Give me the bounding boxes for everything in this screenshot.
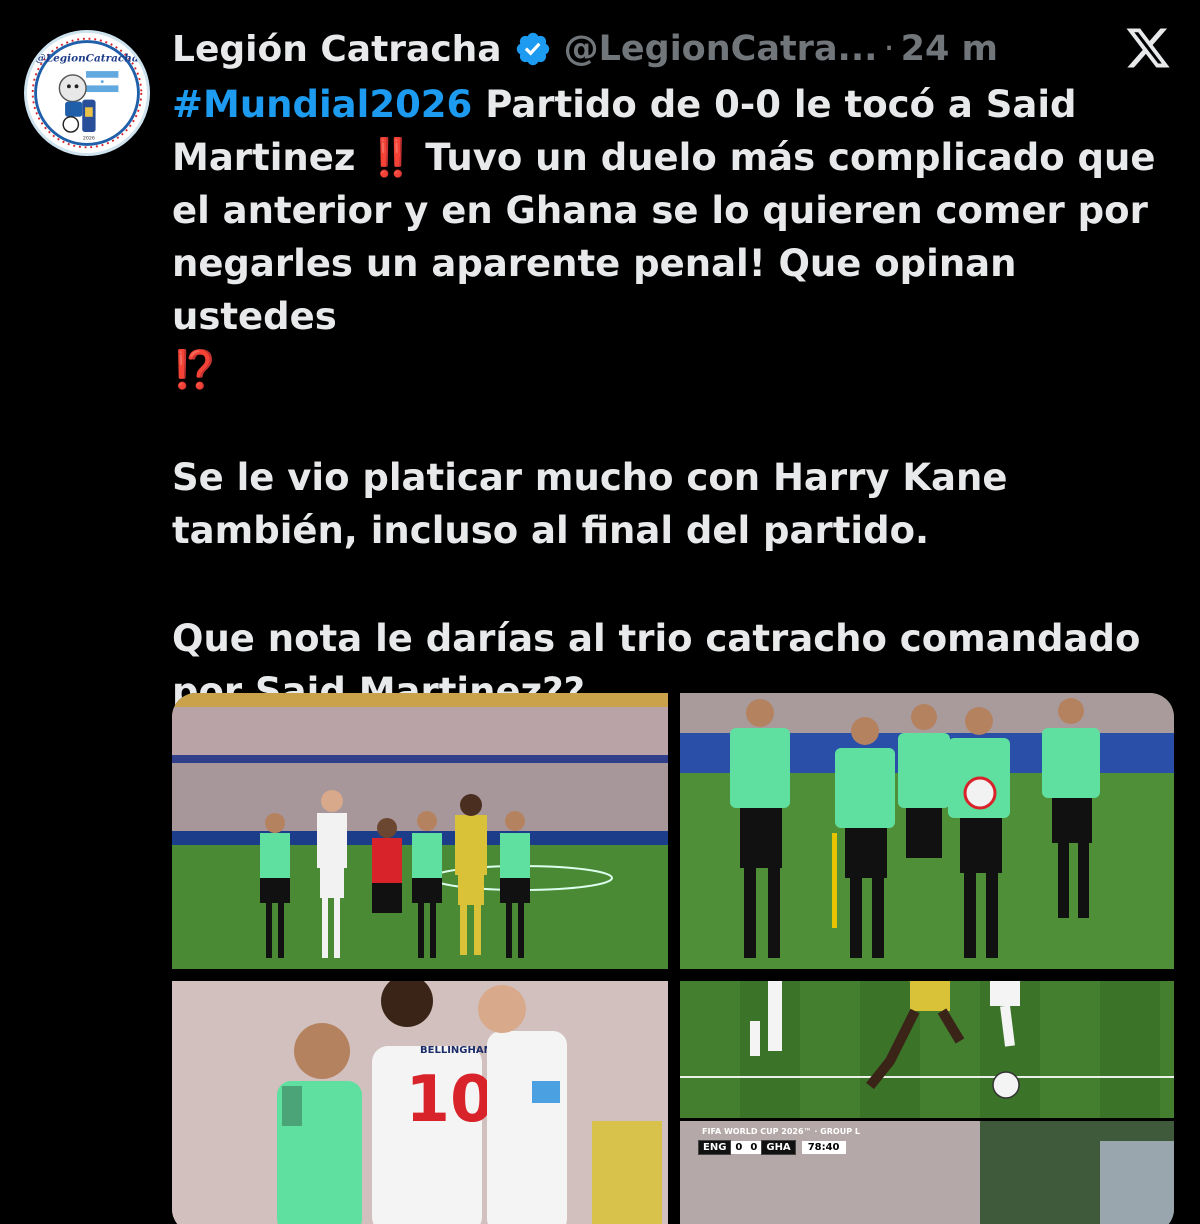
- jersey-number: 10: [405, 1063, 494, 1137]
- referees-photo: [680, 693, 1174, 969]
- author-handle[interactable]: @LegionCatra...: [564, 29, 878, 69]
- scorebug-home-score: 0: [731, 1141, 747, 1154]
- tweet-body: #Mundial2026 Partido de 0-0 le tocó a Sa…: [172, 78, 1182, 718]
- avatar-text: @LegionCatracha: [35, 53, 139, 65]
- verified-badge-icon: [516, 32, 549, 66]
- tweet-paragraph-2: Se le vio platicar mucho con Harry Kane …: [172, 456, 1008, 552]
- action-photo: [680, 981, 1174, 1118]
- media-photo-2[interactable]: [680, 693, 1174, 969]
- scorebug-away-score: 0: [746, 1141, 762, 1154]
- media-photo-1[interactable]: [172, 693, 668, 969]
- media-photo-3[interactable]: 10 BELLINGHAM: [172, 981, 668, 1224]
- media-photo-5[interactable]: FIFA WORLD CUP 2026™ · GROUP L ENG 0 0 G…: [680, 1121, 1174, 1224]
- scorebug-title: FIFA WORLD CUP 2026™ · GROUP L: [702, 1127, 860, 1136]
- media-photo-4[interactable]: [680, 981, 1174, 1118]
- author-name[interactable]: Legión Catracha: [172, 29, 502, 70]
- double-exclamation-emoji: ‼️: [368, 136, 414, 179]
- tweet-header: Legión Catracha @LegionCatra... · 24 m: [172, 24, 1132, 74]
- author-avatar[interactable]: @LegionCatracha 2026: [24, 30, 150, 156]
- scorebug: ENG 0 0 GHA 78:40: [698, 1139, 846, 1156]
- broadcast-photo: [680, 1121, 1174, 1224]
- media-grid: 10 BELLINGHAM FIFA WORLD CUP 2026™ · GRO…: [172, 693, 1174, 1224]
- referee-players-photo: 10 BELLINGHAM: [172, 981, 668, 1224]
- x-logo-icon: [1126, 28, 1170, 68]
- separator-dot: ·: [883, 29, 895, 69]
- tweet-paragraph-1: #Mundial2026 Partido de 0-0 le tocó a Sa…: [172, 78, 1182, 396]
- scorebug-home-team: ENG: [698, 1140, 732, 1155]
- svg-text:2026: 2026: [83, 136, 95, 142]
- lineup-photo: [172, 693, 668, 969]
- scorebug-away-team: GHA: [761, 1140, 796, 1155]
- avatar-logo-icon: @LegionCatracha 2026: [29, 35, 145, 151]
- hashtag-link[interactable]: #Mundial2026: [172, 83, 472, 126]
- scorebug-clock: 78:40: [801, 1141, 846, 1154]
- jersey-name: BELLINGHAM: [420, 1045, 494, 1056]
- timestamp[interactable]: 24 m: [901, 29, 998, 69]
- interrobang-emoji: ⁉️: [172, 348, 218, 391]
